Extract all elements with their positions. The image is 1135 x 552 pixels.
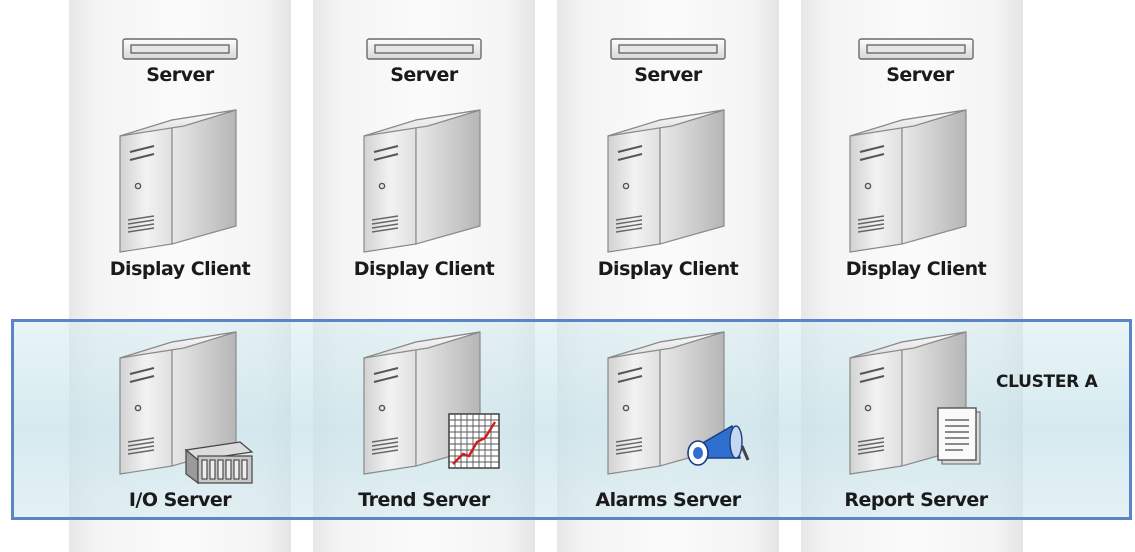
display-client-label: Display Client [845,258,987,280]
display-client-label: Display Client [109,258,251,280]
rack-server-label: Server [634,64,702,86]
rack-server-icon [610,38,726,60]
io-server-label: I/O Server [128,489,232,511]
display-client-tower-icon [360,108,488,254]
display-client-tower-icon [116,108,244,254]
document-icon [937,407,981,465]
rack-server-label: Server [146,64,214,86]
trend-server-label: Trend Server [358,489,490,511]
rack-server-icon [858,38,974,60]
trend-chart-icon [448,413,500,469]
display-client-label: Display Client [353,258,495,280]
rack-server-label: Server [886,64,954,86]
rack-server-icon [366,38,482,60]
report-server-label: Report Server [844,489,988,511]
io-module-icon [184,441,254,484]
display-client-tower-icon [846,108,974,254]
rack-server-label: Server [390,64,458,86]
megaphone-icon [687,424,750,466]
rack-server-icon [122,38,238,60]
display-client-tower-icon [604,108,732,254]
alarms-server-label: Alarms Server [595,489,741,511]
display-client-label: Display Client [597,258,739,280]
cluster-label: CLUSTER A [996,372,1098,392]
